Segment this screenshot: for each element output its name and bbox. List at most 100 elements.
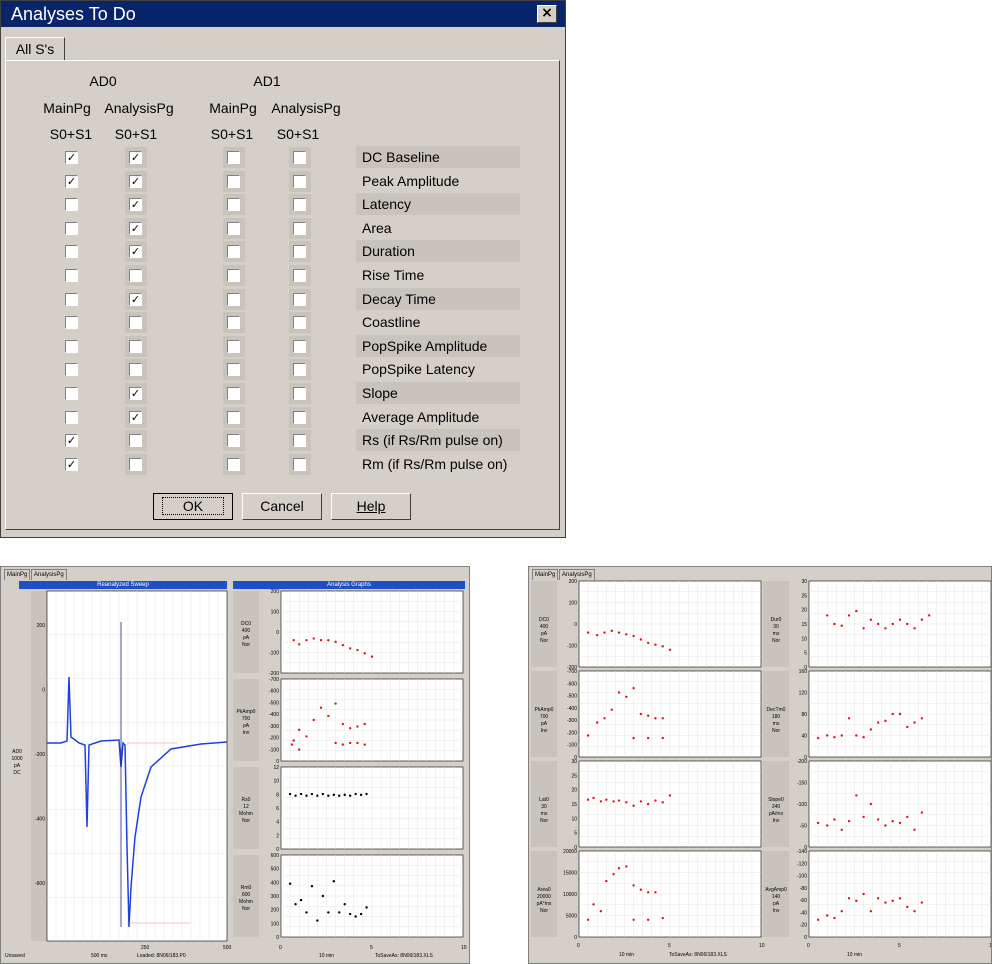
checkbox[interactable]: [65, 269, 78, 282]
data-point: [847, 897, 851, 900]
help-label: Help: [356, 498, 386, 514]
graph-side-label: Rs0: [242, 797, 251, 803]
x-tick-label: 5: [898, 943, 901, 949]
ok-button[interactable]: OK: [153, 493, 233, 520]
checkbox[interactable]: [293, 293, 306, 306]
checkbox[interactable]: [129, 434, 142, 447]
help-button[interactable]: Help: [331, 493, 411, 520]
data-point: [610, 629, 613, 633]
checkbox[interactable]: [227, 434, 240, 447]
checkbox[interactable]: [293, 363, 306, 376]
data-point: [661, 645, 664, 648]
data-point: [596, 633, 599, 637]
checkbox[interactable]: [65, 387, 78, 400]
checkbox[interactable]: [293, 245, 306, 258]
checkbox-checked[interactable]: ✓: [129, 151, 142, 164]
y-tick-label: -100: [567, 644, 577, 650]
data-point: [891, 820, 894, 823]
data-point: [654, 717, 657, 720]
data-point: [869, 728, 873, 731]
checkbox[interactable]: [227, 340, 240, 353]
y-tick-label: 0: [276, 935, 279, 941]
close-button[interactable]: ×: [537, 5, 557, 23]
checkbox[interactable]: [65, 411, 78, 424]
checkbox[interactable]: [293, 316, 306, 329]
checkbox[interactable]: [65, 363, 78, 376]
checkbox[interactable]: [227, 411, 240, 424]
checkbox[interactable]: [227, 151, 240, 164]
checkbox[interactable]: [227, 316, 240, 329]
checkbox-checked[interactable]: ✓: [65, 458, 78, 471]
data-point: [855, 794, 858, 797]
checkbox[interactable]: [293, 411, 306, 424]
tab-all-s[interactable]: All S's: [5, 37, 65, 61]
graph-side-label: Inv: [243, 730, 250, 736]
checkbox[interactable]: [227, 222, 240, 235]
checkbox[interactable]: [129, 458, 142, 471]
checkbox-checked[interactable]: ✓: [129, 198, 142, 211]
checkbox-checked[interactable]: ✓: [65, 175, 78, 188]
graph-side-label: PkAmp0: [237, 709, 256, 715]
checkbox[interactable]: [129, 340, 142, 353]
y-tick-label: 4: [276, 820, 279, 826]
checkbox[interactable]: [293, 175, 306, 188]
data-point: [847, 717, 851, 720]
data-point: [862, 627, 865, 630]
checkbox[interactable]: [293, 434, 306, 447]
data-point: [348, 647, 352, 650]
checkbox-checked[interactable]: ✓: [129, 387, 142, 400]
checkbox[interactable]: [227, 363, 240, 376]
checkbox-checked[interactable]: ✓: [65, 434, 78, 447]
graph-side-label: pA: [541, 631, 548, 637]
checkbox[interactable]: [293, 198, 306, 211]
checkbox[interactable]: [129, 316, 142, 329]
checkbox-checked[interactable]: ✓: [129, 293, 142, 306]
graph-side-label: pA: [14, 763, 21, 769]
graph-side-label: DC: [13, 770, 21, 776]
checkbox[interactable]: [129, 363, 142, 376]
data-point: [898, 897, 902, 900]
y-tick-label: 5000: [566, 914, 577, 920]
y-tick-label: -50: [800, 824, 807, 830]
checkbox[interactable]: [227, 293, 240, 306]
checkbox-checked[interactable]: ✓: [129, 222, 142, 235]
cancel-button[interactable]: Cancel: [242, 493, 322, 520]
checkbox[interactable]: [65, 340, 78, 353]
checkbox[interactable]: [293, 269, 306, 282]
checkbox-checked[interactable]: ✓: [129, 411, 142, 424]
checkbox[interactable]: [293, 387, 306, 400]
analyses-dialog: Analyses To Do × All S's AD0 AD1 MainPg …: [0, 0, 566, 538]
checkbox-checked[interactable]: ✓: [129, 245, 142, 258]
data-point: [833, 736, 836, 739]
x-tick-label: 0: [577, 943, 580, 949]
checkbox[interactable]: [293, 151, 306, 164]
checkbox[interactable]: [129, 269, 142, 282]
checkbox[interactable]: [65, 222, 78, 235]
checkbox[interactable]: [227, 245, 240, 258]
y-tick-label: -500: [567, 694, 577, 700]
checkbox[interactable]: [227, 269, 240, 282]
checkbox[interactable]: [65, 198, 78, 211]
checkbox-checked[interactable]: ✓: [129, 175, 142, 188]
y-tick-label: -20: [800, 923, 807, 929]
data-point: [348, 727, 352, 730]
graph-side-label: Nor: [540, 908, 548, 914]
row-label: Duration: [356, 240, 520, 262]
checkbox[interactable]: [65, 245, 78, 258]
checkbox[interactable]: [65, 293, 78, 306]
checkbox[interactable]: [293, 222, 306, 235]
data-point: [305, 794, 308, 797]
checkbox[interactable]: [227, 198, 240, 211]
data-point: [876, 622, 880, 626]
checkbox[interactable]: [227, 458, 240, 471]
y-tick-label: 2: [276, 833, 279, 839]
checkbox[interactable]: [227, 175, 240, 188]
checkbox[interactable]: [227, 387, 240, 400]
data-point: [884, 824, 887, 827]
checkbox[interactable]: [293, 340, 306, 353]
checkbox[interactable]: [293, 458, 306, 471]
data-point: [646, 714, 650, 717]
checkbox[interactable]: [65, 316, 78, 329]
data-point: [356, 648, 359, 652]
checkbox-checked[interactable]: ✓: [65, 151, 78, 164]
